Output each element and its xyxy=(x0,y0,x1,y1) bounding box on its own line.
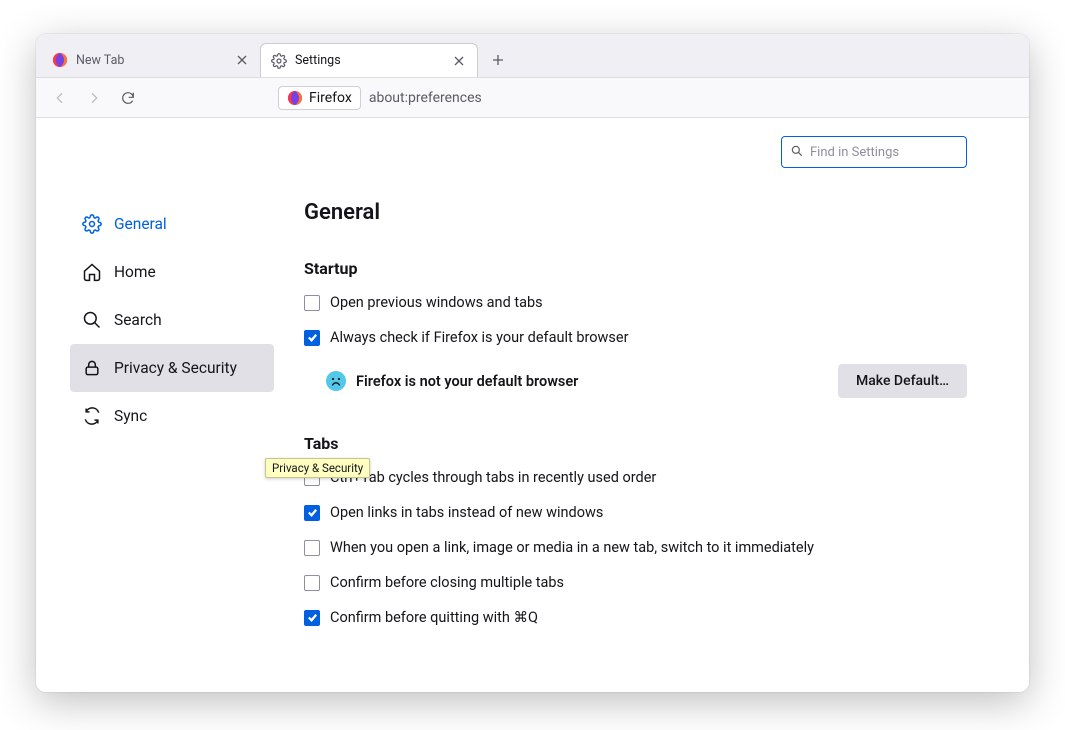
pref-always-check-default[interactable]: Always check if Firefox is your default … xyxy=(304,329,967,346)
sidebar-item-label: Privacy & Security xyxy=(114,359,237,377)
checkbox[interactable] xyxy=(304,505,320,521)
identity-brand: Firefox xyxy=(309,90,352,106)
gear-icon xyxy=(82,214,102,234)
new-tab-button[interactable] xyxy=(484,46,512,74)
browser-window: New Tab Settings xyxy=(36,34,1029,692)
page-title: General xyxy=(304,200,967,225)
pref-label: Ctrl+Tab cycles through tabs in recently… xyxy=(330,469,656,486)
sidebar-item-search[interactable]: Search xyxy=(70,296,274,344)
tab-strip: New Tab Settings xyxy=(36,34,1029,78)
close-icon[interactable] xyxy=(234,52,250,68)
pref-confirm-quit[interactable]: Confirm before quitting with ⌘Q xyxy=(304,609,967,626)
section-tabs-title: Tabs xyxy=(304,434,967,453)
checkbox[interactable] xyxy=(304,295,320,311)
pref-label: Open previous windows and tabs xyxy=(330,294,543,311)
forward-button[interactable] xyxy=(80,84,108,112)
pref-label: When you open a link, image or media in … xyxy=(330,539,814,556)
pref-label: Confirm before closing multiple tabs xyxy=(330,574,564,591)
default-browser-row: Firefox is not your default browser Make… xyxy=(326,364,967,398)
sidebar-item-label: Search xyxy=(114,311,162,329)
sidebar-item-home[interactable]: Home xyxy=(70,248,274,296)
tooltip: Privacy & Security xyxy=(265,458,370,478)
sidebar-item-sync[interactable]: Sync xyxy=(70,392,274,440)
checkbox[interactable] xyxy=(304,610,320,626)
identity-box[interactable]: Firefox xyxy=(278,86,361,110)
preferences-content: General Home Search Privacy & Security xyxy=(36,118,1029,692)
sad-face-icon xyxy=(326,371,346,391)
category-sidebar: General Home Search Privacy & Security xyxy=(36,118,274,692)
default-status-text: Firefox is not your default browser xyxy=(356,373,578,390)
close-icon[interactable] xyxy=(451,53,467,69)
home-icon xyxy=(82,262,102,282)
checkbox[interactable] xyxy=(304,540,320,556)
tab-new-tab[interactable]: New Tab xyxy=(42,43,260,77)
main-panel: General Startup Open previous windows an… xyxy=(274,118,1029,692)
url-bar[interactable]: Firefox about:preferences xyxy=(278,83,1019,113)
section-startup-title: Startup xyxy=(304,259,967,278)
sync-icon xyxy=(82,406,102,426)
firefox-icon xyxy=(52,52,68,68)
reload-button[interactable] xyxy=(114,84,142,112)
gear-icon xyxy=(271,53,287,69)
sidebar-item-label: Home xyxy=(114,263,156,281)
tab-settings[interactable]: Settings xyxy=(260,43,478,77)
search-container xyxy=(781,136,967,168)
pref-confirm-close[interactable]: Confirm before closing multiple tabs xyxy=(304,574,967,591)
checkbox[interactable] xyxy=(304,575,320,591)
url-text: about:preferences xyxy=(369,90,482,106)
pref-open-links-tabs[interactable]: Open links in tabs instead of new window… xyxy=(304,504,967,521)
lock-icon xyxy=(82,358,102,378)
sidebar-item-privacy[interactable]: Privacy & Security xyxy=(70,344,274,392)
search-icon xyxy=(790,143,804,162)
tab-title: New Tab xyxy=(76,53,226,68)
firefox-icon xyxy=(287,90,303,106)
pref-switch-new-tab[interactable]: When you open a link, image or media in … xyxy=(304,539,967,556)
sidebar-item-label: General xyxy=(114,215,167,233)
sidebar-item-label: Sync xyxy=(114,407,147,425)
sidebar-item-general[interactable]: General xyxy=(70,200,274,248)
make-default-button[interactable]: Make Default… xyxy=(838,364,967,398)
tab-title: Settings xyxy=(295,53,443,68)
pref-label: Always check if Firefox is your default … xyxy=(330,329,628,346)
pref-label: Open links in tabs instead of new window… xyxy=(330,504,603,521)
pref-ctrl-tab[interactable]: Ctrl+Tab cycles through tabs in recently… xyxy=(304,469,967,486)
back-button[interactable] xyxy=(46,84,74,112)
toolbar: Firefox about:preferences xyxy=(36,78,1029,118)
search-icon xyxy=(82,310,102,330)
pref-open-previous[interactable]: Open previous windows and tabs xyxy=(304,294,967,311)
search-input[interactable] xyxy=(810,145,976,160)
pref-label: Confirm before quitting with ⌘Q xyxy=(330,609,538,626)
checkbox[interactable] xyxy=(304,330,320,346)
